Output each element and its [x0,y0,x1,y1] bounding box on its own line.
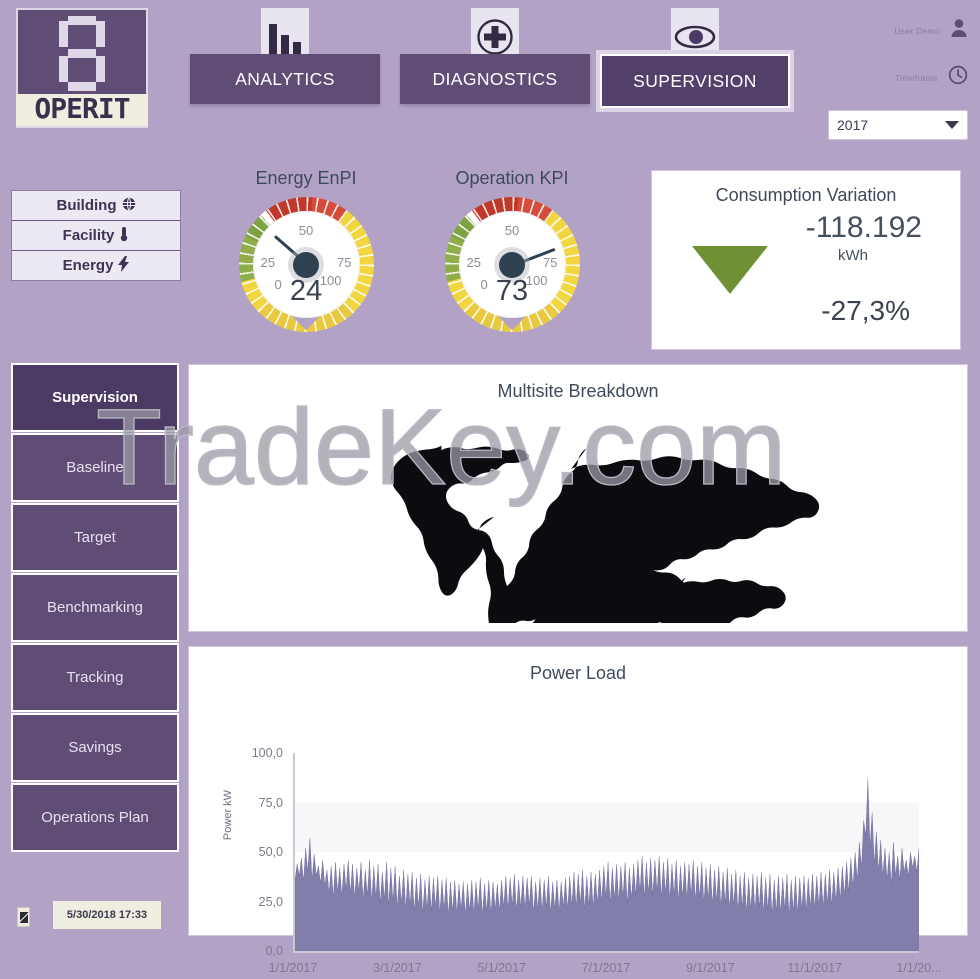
power-load-chart: Power kW 100,0 75,0 50,0 25,0 0,0 1/1/2017 3/… [189,695,967,975]
person-icon [950,18,968,43]
gauge-operation-kpi-title: Operation KPI [455,168,569,188]
globe-icon [122,196,136,215]
y-tick: 100,0 [251,746,283,760]
y-tick: 25,0 [258,894,283,909]
gauge-tick-75: 75 [337,255,352,270]
power-load-title: Power Load [529,663,627,683]
app-logo: OPERIT [16,8,148,128]
sidebar-item-label: Baseline [66,459,124,476]
sidebar-item-baseline[interactable]: Baseline [11,433,179,502]
gauge-tick-50: 50 [504,223,520,238]
x-tick: 1/1/20... [896,961,942,975]
tab-analytics[interactable]: ANALYTICS [190,0,380,130]
sidebar-item-supervision[interactable]: Supervision [11,363,179,432]
scope-filter-group: Building Facility Energy [11,190,181,281]
consumption-variation-percent: -27,3% [821,295,910,326]
consumption-variation-title: Consumption Variation [715,185,897,205]
x-tick: 1/1/2017 [268,961,318,975]
sidebar-item-tracking[interactable]: Tracking [11,643,179,712]
filter-energy[interactable]: Energy [12,251,180,280]
seven-segment-glyph [59,16,105,92]
tab-diagnostics[interactable]: DIAGNOSTICS [400,0,590,130]
tab-supervision-label: SUPERVISION [596,50,794,112]
x-tick: 9/1/2017 [685,961,735,975]
sidebar-item-target[interactable]: Target [11,503,179,572]
gauge-energy-enpi-title: Energy EnPI [255,168,357,188]
gauge-tick-75: 75 [543,255,558,270]
x-axis-ticks: 1/1/2017 3/1/2017 5/1/2017 7/1/2017 9/1/2017… [269,961,942,979]
x-tick: 11/1/2017 [787,961,842,975]
thermometer-icon [119,226,129,246]
timeframe-row[interactable]: Timeframe [894,65,968,90]
world-map[interactable] [189,409,967,623]
date-time-badge: 5/30/2018 17:33 [53,901,161,929]
user-label: User Demo [894,25,940,36]
document-icon[interactable] [17,907,30,927]
sidebar-item-label: Operations Plan [41,809,149,826]
down-arrow-icon [692,246,768,294]
filter-facility-label: Facility [62,227,115,244]
filter-building-label: Building [56,197,117,214]
clock-icon [948,65,968,90]
dashboard-root: OPERIT ANALYTICS DIAGNOSTICS SUPERVISION… [0,0,980,975]
timeframe-year-value: 2017 [837,117,869,133]
gauge-operation-kpi-value: 73 [495,275,529,307]
sidebar-item-label: Target [74,529,116,546]
tab-supervision[interactable]: SUPERVISION [596,0,794,130]
timeframe-year-select[interactable]: 2017 [828,110,968,140]
x-tick: 3/1/2017 [372,961,422,975]
filter-energy-label: Energy [62,257,114,274]
tab-analytics-label: ANALYTICS [190,54,380,104]
gauge-dial: 50 25 75 0 100 24 [238,197,374,332]
gauge-dial: 50 25 75 0 100 73 [444,197,580,332]
consumption-variation-value: -118.192 [805,211,922,244]
filter-building[interactable]: Building [12,191,180,221]
sidebar-item-benchmarking[interactable]: Benchmarking [11,573,179,642]
y-axis-ticks: 100,0 75,0 50,0 25,0 0,0 [225,746,283,958]
filter-facility[interactable]: Facility [12,221,180,251]
sidebar-item-label: Supervision [52,389,138,406]
y-tick: 75,0 [258,795,283,810]
tab-diagnostics-label: DIAGNOSTICS [400,54,590,104]
sidebar-item-label: Benchmarking [47,599,143,616]
y-tick: 50,0 [258,845,283,859]
consumption-variation-unit: kWh [838,247,868,264]
gauge-operation-kpi: Operation KPI 50 25 75 0 100 73 [438,168,586,332]
account-area: User Demo Timeframe [894,18,968,112]
top-navigation: ANALYTICS DIAGNOSTICS SUPERVISION [190,0,810,130]
user-row[interactable]: User Demo [894,18,968,43]
section-sidebar: Supervision Baseline Target Benchmarking… [11,363,179,929]
gauge-tick-25: 25 [260,255,275,270]
logo-wordmark: OPERIT [16,94,148,126]
timeframe-label: Timeframe [894,72,938,83]
consumption-variation-card: Consumption Variation -118.192 kWh -27,3… [651,170,961,350]
plot-area[interactable] [293,753,919,953]
x-tick: 5/1/2017 [477,961,526,975]
x-tick: 7/1/2017 [581,961,631,975]
gauge-tick-50: 50 [298,223,314,238]
sidebar-item-label: Tracking [66,669,124,686]
gauge-energy-enpi-value: 24 [289,275,323,307]
sidebar-item-operations-plan[interactable]: Operations Plan [11,783,179,852]
power-load-panel: Power Load Power kW 100,0 75,0 50,0 25,0 0,0… [188,646,968,975]
gauge-energy-enpi: Energy EnPI 50 25 75 0 100 24 [232,168,380,332]
sidebar-item-label: Savings [68,739,122,756]
multisite-breakdown-title: Multisite Breakdown [497,381,659,401]
sidebar-item-savings[interactable]: Savings [11,713,179,782]
multisite-breakdown-panel: Multisite Breakdown [188,364,968,632]
lightning-bolt-icon [118,255,130,276]
gauge-tick-25: 25 [466,255,481,270]
y-tick: 0,0 [265,944,283,958]
chevron-down-icon [945,121,959,129]
